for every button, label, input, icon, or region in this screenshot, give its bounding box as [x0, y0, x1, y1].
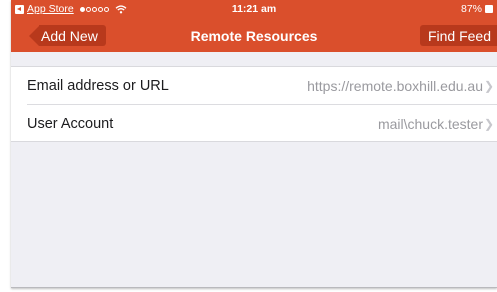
navigation-bar: Add New Remote Resources Find Feed [11, 24, 497, 48]
user-account-value: mail\chuck.tester [377, 115, 483, 132]
email-url-label: Email address or URL [27, 77, 169, 94]
battery-icon [485, 5, 493, 13]
email-url-row[interactable]: Email address or URL https://remote.boxh… [11, 67, 497, 104]
user-account-label: User Account [27, 115, 114, 132]
chevron-right-icon: ❯ [483, 116, 494, 131]
app-window: App Store 11:21 am 87% Add New Remote Re… [11, 0, 497, 288]
email-url-value: https://remote.boxhill.edu.au [307, 77, 483, 94]
chevron-right-icon: ❯ [483, 78, 494, 93]
status-right: 87% [461, 3, 493, 15]
battery-percent: 87% [460, 3, 482, 15]
find-feed-button[interactable]: Find Feed [419, 25, 497, 46]
status-time: 11:21 am [231, 3, 277, 15]
header: App Store 11:21 am 87% Add New Remote Re… [11, 0, 497, 52]
status-bar: App Store 11:21 am 87% [11, 0, 497, 20]
user-account-row[interactable]: User Account mail\chuck.tester ❯ [11, 105, 497, 142]
settings-group: Email address or URL https://remote.boxh… [11, 66, 497, 142]
